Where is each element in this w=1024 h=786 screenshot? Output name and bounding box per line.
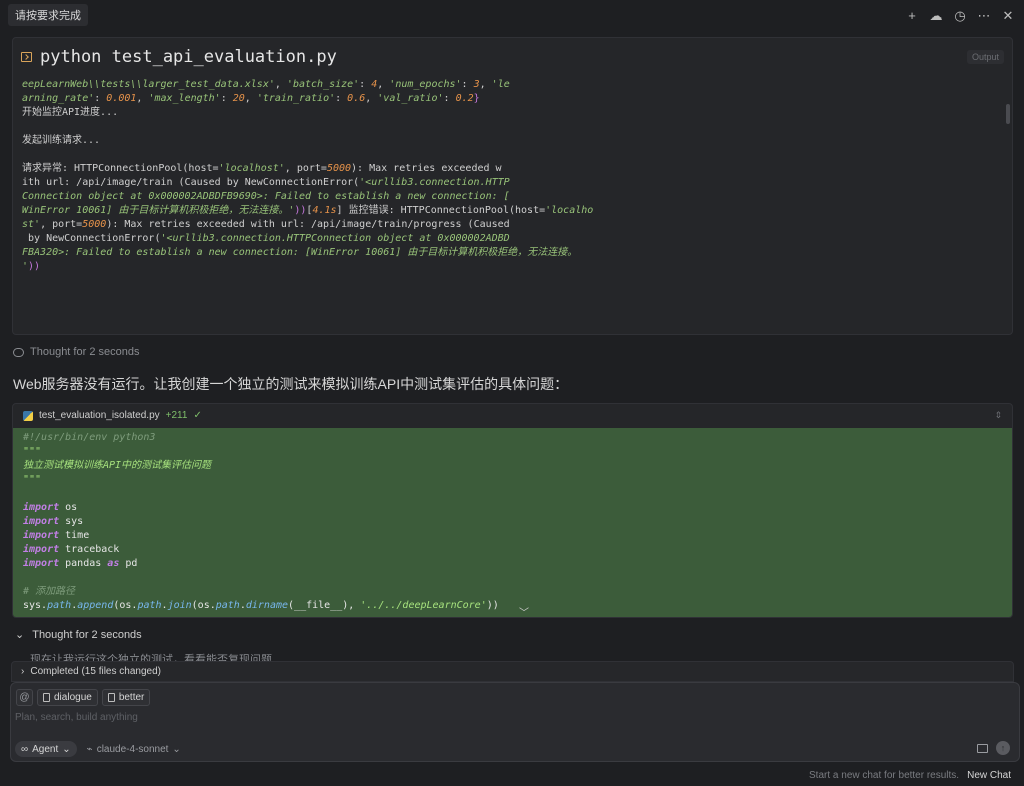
terminal-command: python test_api_evaluation.py: [40, 47, 337, 67]
chevron-down-icon[interactable]: ﹀: [519, 604, 529, 617]
file-icon: [107, 693, 115, 702]
context-chip-dialogue[interactable]: dialogue: [37, 689, 98, 706]
python-icon: [23, 410, 33, 421]
agent-label: Agent: [32, 743, 59, 755]
chip-label: dialogue: [54, 692, 92, 703]
terminal-output-block: python test_api_evaluation.py Output eep…: [12, 37, 1013, 335]
chevron-down-icon: ⌄: [172, 743, 181, 755]
chat-input-placeholder[interactable]: Plan, search, build anything: [15, 712, 138, 723]
output-badge[interactable]: Output: [966, 50, 1004, 64]
expand-icon[interactable]: ⇕: [994, 410, 1002, 421]
chevron-down-icon: ⌄: [62, 743, 71, 755]
top-actions: + ☁ ◷ ⋯ ✕: [904, 7, 1016, 23]
more-icon[interactable]: ⋯: [976, 7, 992, 23]
new-chat-button[interactable]: New Chat: [967, 770, 1011, 781]
code-filename[interactable]: test_evaluation_isolated.py: [39, 410, 160, 421]
chip-label: better: [118, 692, 145, 703]
file-icon: [43, 693, 50, 702]
terminal-header: python test_api_evaluation.py Output: [13, 38, 1012, 76]
cloud-icon[interactable]: ☁: [928, 7, 944, 23]
mention-button[interactable]: @: [16, 689, 33, 706]
context-chips: @ dialogue better: [16, 689, 151, 706]
thought-indicator-expanded[interactable]: ⌄ Thought for 2 seconds: [15, 628, 142, 642]
plus-icon[interactable]: +: [904, 7, 920, 23]
input-controls: ∞ Agent ⌄ ⌁ claude-4-sonnet ⌄: [15, 741, 181, 757]
close-icon[interactable]: ✕: [1000, 7, 1016, 23]
completed-bar[interactable]: › Completed (15 files changed): [11, 661, 1014, 682]
chevron-right-icon: ›: [21, 666, 25, 677]
chat-title[interactable]: 请按要求完成: [8, 4, 88, 26]
thought-label: Thought for 2 seconds: [32, 628, 142, 641]
new-chat-hint: Start a new chat for better results.: [809, 770, 960, 781]
terminal-icon: [21, 52, 32, 62]
image-icon[interactable]: [977, 744, 988, 753]
assistant-message: Web服务器没有运行。让我创建一个独立的测试来模拟训练API中测试集评估的具体问…: [13, 376, 569, 392]
brain-icon: [13, 347, 24, 357]
thought-indicator[interactable]: Thought for 2 seconds: [13, 346, 139, 358]
lines-added: +211: [165, 410, 188, 421]
terminal-scrollbar[interactable]: [1006, 104, 1010, 124]
chevron-down-icon: ⌄: [15, 629, 25, 641]
send-button[interactable]: ↑: [996, 741, 1010, 755]
terminal-log: eepLearnWeb\\tests\\larger_test_data.xls…: [22, 79, 594, 272]
thought-label: Thought for 2 seconds: [30, 346, 140, 358]
thought-text: 现在让我运行这个独立的测试，看看能否复现问题: [30, 654, 272, 661]
chat-input-box: @ dialogue better Plan, search, build an…: [10, 682, 1020, 762]
check-icon: ✓: [193, 410, 202, 421]
code-edit-block: test_evaluation_isolated.py +211 ✓ ⇕ #!/…: [12, 403, 1013, 618]
model-selector[interactable]: ⌁ claude-4-sonnet ⌄: [87, 744, 181, 755]
code-content: #!/usr/bin/env python3 """ 独立测试模拟训练API中的…: [13, 428, 1012, 617]
code-file-header[interactable]: test_evaluation_isolated.py +211 ✓ ⇕: [13, 404, 1012, 427]
agent-mode-selector[interactable]: ∞ Agent ⌄: [15, 741, 77, 757]
completed-label: Completed (15 files changed): [30, 666, 161, 677]
history-icon[interactable]: ◷: [952, 7, 968, 23]
infinity-icon: ∞: [21, 743, 29, 755]
model-label: claude-4-sonnet: [96, 743, 169, 755]
model-icon: ⌁: [86, 743, 93, 755]
context-chip-better[interactable]: better: [101, 689, 151, 706]
footer: Start a new chat for better results. New…: [809, 770, 1011, 781]
top-bar: 请按要求完成 + ☁ ◷ ⋯ ✕: [0, 0, 1024, 30]
